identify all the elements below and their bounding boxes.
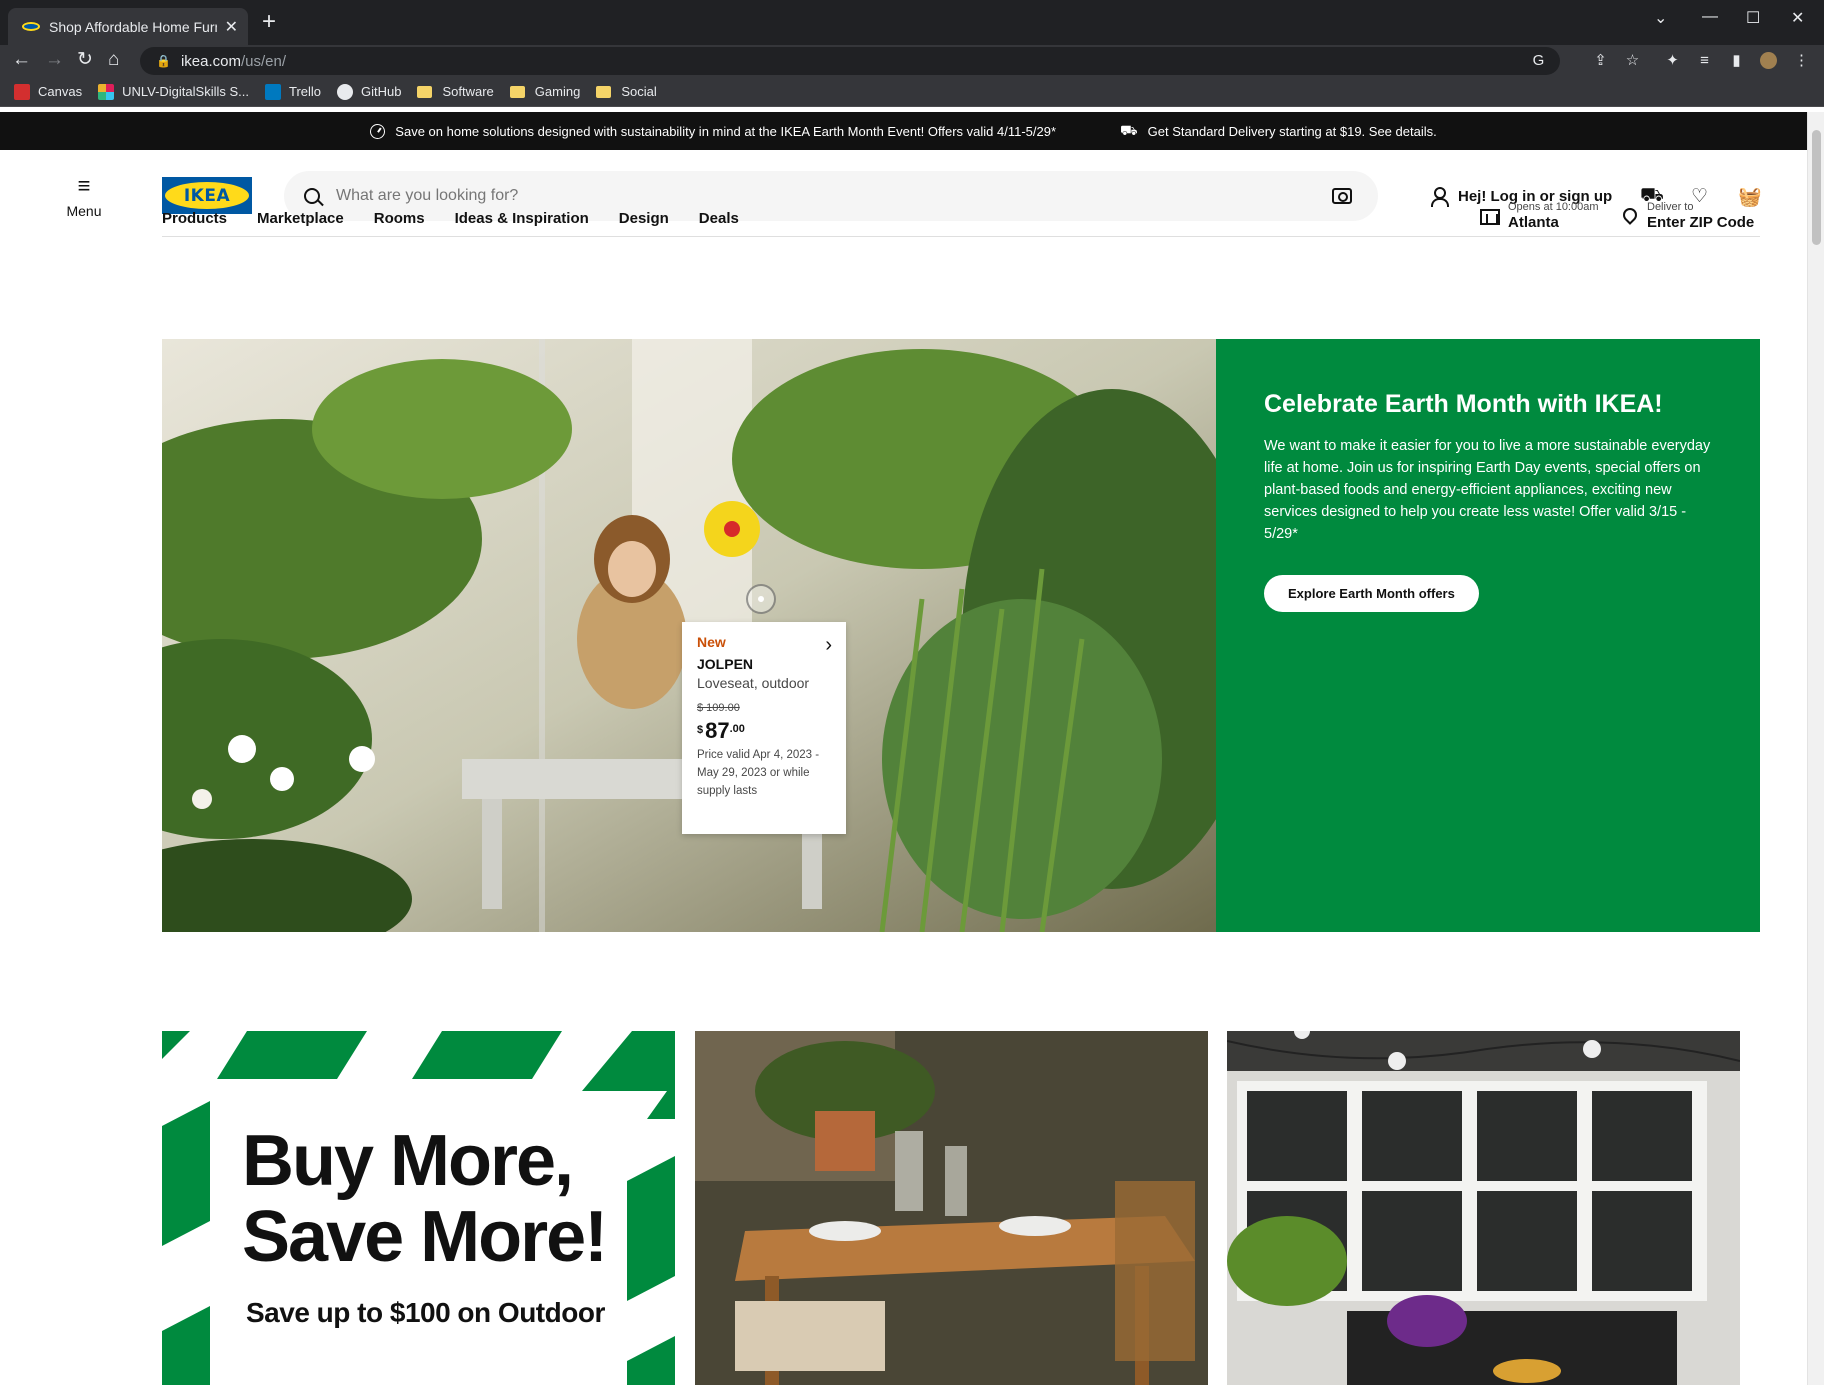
bookmark-trello[interactable]: Trello <box>264 83 321 100</box>
lock-icon: 🔒 <box>156 54 171 68</box>
canvas-icon <box>14 83 30 100</box>
logo-text: IKEA <box>183 185 231 206</box>
chevron-right-icon: › <box>825 634 832 656</box>
camera-search-icon[interactable] <box>1332 188 1352 204</box>
github-icon <box>337 83 354 100</box>
scrollbar-thumb[interactable] <box>1812 130 1821 245</box>
clock-icon <box>370 123 386 139</box>
browser-tab[interactable]: Shop Affordable Home Furnishin ✕ <box>8 8 248 45</box>
ikea-page: Save on home solutions designed with sus… <box>0 112 1807 1385</box>
browser-toolbar: ← → ↻ ⌂ 🔒 ikea.com/us/en/ G ⇪ ☆ ✦ ≡ ▮ ⋮ <box>0 45 1824 77</box>
close-window-icon[interactable]: ✕ <box>1791 8 1804 28</box>
nav-divider <box>162 236 1760 237</box>
patio-tile[interactable] <box>1227 1031 1740 1385</box>
tab-title: Shop Affordable Home Furnishin <box>49 18 217 35</box>
zip-label: Enter ZIP Code <box>1647 214 1755 231</box>
bookmark-folder-software[interactable]: Software <box>417 84 494 99</box>
bookmarks-bar: Canvas UNLV-DigitalSkills S... Trello Gi… <box>0 77 1824 107</box>
store-hours: Opens at 10:00am <box>1508 201 1599 213</box>
product-description: Loveseat, outdoor <box>697 675 810 691</box>
url-text: ikea.com/us/en/ <box>180 52 287 70</box>
slack-icon <box>98 83 115 100</box>
sale-text: Buy More, Save More! Save up to $100 on … <box>242 1121 608 1329</box>
tab-search-icon[interactable]: ⌄ <box>1654 8 1667 28</box>
bookmark-folder-gaming[interactable]: Gaming <box>509 84 580 99</box>
main-nav: Products Marketplace Rooms Ideas & Inspi… <box>162 210 769 227</box>
bookmark-canvas[interactable]: Canvas <box>14 83 82 100</box>
store-icon <box>1480 208 1500 225</box>
side-panel-icon[interactable]: ▮ <box>1728 52 1745 69</box>
browser-titlebar: Shop Affordable Home Furnishin ✕ + ⌄ — ☐… <box>0 0 1824 45</box>
truck-icon: ⛟ <box>1120 121 1138 138</box>
home-icon[interactable]: ⌂ <box>108 49 119 71</box>
zip-selector[interactable]: Deliver to Enter ZIP Code <box>1623 201 1754 232</box>
nav-ideas-inspiration[interactable]: Ideas & Inspiration <box>455 210 589 227</box>
minimize-icon[interactable]: — <box>1702 8 1718 26</box>
sale-heading-2: Save More! <box>242 1197 608 1277</box>
product-name: JOLPEN <box>697 656 754 672</box>
new-tab-icon[interactable]: + <box>262 10 276 34</box>
current-price: $ 87 .00 <box>697 718 745 743</box>
nav-deals[interactable]: Deals <box>699 210 739 227</box>
location-pin-icon <box>1623 208 1637 226</box>
close-tab-icon[interactable]: ✕ <box>225 17 238 37</box>
store-selector[interactable]: Opens at 10:00am Atlanta <box>1480 201 1599 232</box>
ikea-logo[interactable]: IKEA <box>162 177 252 214</box>
logo-oval: IKEA <box>165 182 249 209</box>
nav-marketplace[interactable]: Marketplace <box>257 210 344 227</box>
promo-earth-month[interactable]: Save on home solutions designed with sus… <box>370 123 1056 139</box>
nav-products[interactable]: Products <box>162 210 227 227</box>
hero-body: We want to make it easier for you to liv… <box>1264 438 1711 542</box>
page-scrollbar[interactable] <box>1807 112 1824 1385</box>
trello-icon <box>264 83 281 100</box>
hero-promo-panel: Celebrate Earth Month with IKEA! We want… <box>1216 339 1760 932</box>
folder-icon <box>417 85 433 98</box>
patio-scene <box>1227 1031 1740 1385</box>
reading-list-icon[interactable]: ≡ <box>1696 52 1713 69</box>
bookmark-folder-social[interactable]: Social <box>596 84 657 99</box>
price-validity: Price valid Apr 4, 2023 - May 29, 2023 o… <box>697 749 820 797</box>
more-menu-icon[interactable]: ⋮ <box>1793 52 1810 69</box>
bookmark-star-icon[interactable]: ☆ <box>1624 52 1641 69</box>
outdoor-dining-tile[interactable] <box>695 1031 1208 1385</box>
hero-title: Celebrate Earth Month with IKEA! <box>1264 390 1663 418</box>
google-icon[interactable]: G <box>1530 52 1547 69</box>
share-icon[interactable]: ⇪ <box>1592 52 1609 69</box>
forward-icon[interactable]: → <box>45 49 64 71</box>
ikea-favicon-icon <box>22 22 40 31</box>
search-icon <box>304 188 320 204</box>
sale-heading-1: Buy More, <box>242 1121 574 1201</box>
old-price: $ 109.00 <box>697 702 740 714</box>
reload-icon[interactable]: ↻ <box>77 49 93 71</box>
explore-offers-button[interactable]: Explore Earth Month offers <box>1264 575 1479 612</box>
folder-icon <box>509 85 525 98</box>
product-price-card[interactable]: New › JOLPEN Loveseat, outdoor $ 109.00 … <box>682 622 846 834</box>
extensions-icon[interactable]: ✦ <box>1664 52 1681 69</box>
folder-icon <box>596 85 612 98</box>
store-name: Atlanta <box>1508 214 1559 231</box>
nav-design[interactable]: Design <box>619 210 669 227</box>
promo-bar: Save on home solutions designed with sus… <box>0 112 1807 150</box>
sale-subheading: Save up to $100 on Outdoor <box>246 1297 605 1328</box>
address-bar[interactable]: 🔒 ikea.com/us/en/ <box>140 47 1560 75</box>
promo-delivery[interactable]: ⛟ Get Standard Delivery starting at $19.… <box>1120 122 1437 141</box>
bookmark-unlv[interactable]: UNLV-DigitalSkills S... <box>98 83 249 100</box>
menu-label: Menu <box>66 203 102 219</box>
bookmark-github[interactable]: GitHub <box>337 83 401 100</box>
dining-scene <box>695 1031 1208 1385</box>
profile-avatar[interactable] <box>1760 52 1777 69</box>
back-icon[interactable]: ← <box>12 49 31 71</box>
person-icon <box>1430 187 1449 207</box>
new-badge: New <box>697 634 726 650</box>
search-input[interactable] <box>336 187 1332 205</box>
product-hotspot[interactable] <box>746 584 776 614</box>
menu-button[interactable]: ≡ Menu <box>60 173 108 220</box>
hamburger-icon: ≡ <box>77 173 91 198</box>
maximize-icon[interactable]: ☐ <box>1746 8 1760 28</box>
sale-tile[interactable]: Buy More, Save More! Save up to $100 on … <box>162 1031 675 1385</box>
deliver-label: Deliver to <box>1647 201 1694 213</box>
nav-rooms[interactable]: Rooms <box>374 210 425 227</box>
